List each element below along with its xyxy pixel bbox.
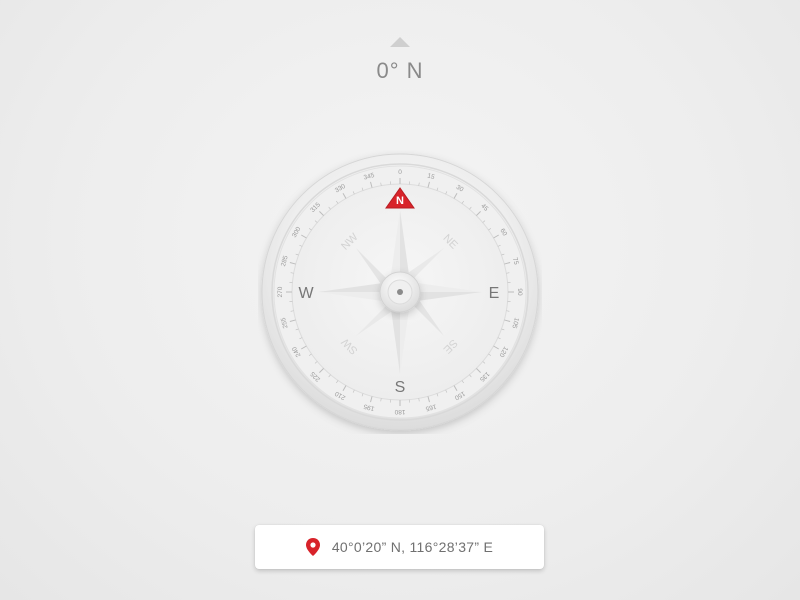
- scale-label: 270: [277, 286, 284, 297]
- compass-svg: 0 153045607590105120135150165180195210225…: [261, 153, 539, 431]
- cardinal-label-e: E: [489, 285, 500, 302]
- cardinal-label-w: W: [298, 285, 314, 302]
- cardinal-label-n: N: [396, 195, 404, 207]
- map-pin-icon: [305, 538, 320, 556]
- center-pin-icon: [397, 289, 403, 295]
- scale-label: 180: [394, 408, 405, 415]
- heading-readout: 0° N: [376, 58, 424, 83]
- scale-label: 90: [516, 288, 523, 296]
- heading-indicator-icon: [390, 37, 410, 47]
- location-coordinates: 40°0’20” N, 116°28’37” E: [331, 539, 494, 555]
- cardinal-label-s: S: [395, 379, 406, 396]
- scale-label: 0: [398, 169, 402, 176]
- location-card[interactable]: 40°0’20” N, 116°28’37” E: [255, 525, 544, 569]
- compass-dial[interactable]: 0 15 30 45 60 75 90 105 120 135 150 165 180 195 210 225…: [258, 150, 542, 434]
